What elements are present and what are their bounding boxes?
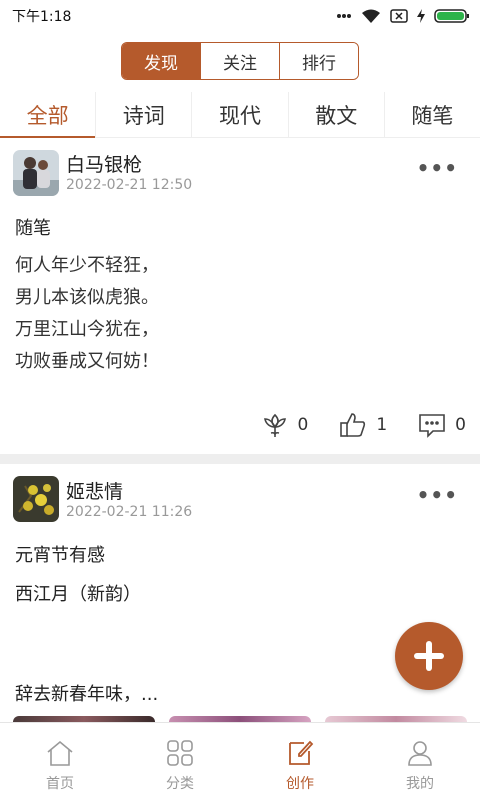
post-date: 2022-02-21 12:50 (66, 177, 193, 193)
like-button[interactable]: 1 (338, 410, 387, 440)
avatar[interactable] (13, 476, 59, 522)
dots-icon (337, 14, 351, 18)
nav-home[interactable]: 首页 (0, 723, 120, 800)
seg-ranking[interactable]: 排行 (279, 43, 358, 79)
post-title: 元宵节有感 (15, 545, 105, 566)
tab-essay[interactable]: 随笔 (383, 92, 480, 137)
post-line: 万里江山今犹在， (15, 319, 159, 340)
post-card[interactable]: 白马银枪 2022-02-21 12:50 ••• 随笔 何人年少不轻狂， 男儿… (0, 140, 480, 454)
category-tabs: 全部 诗词 现代 散文 随笔 (0, 92, 480, 138)
tab-poetry[interactable]: 诗词 (95, 92, 191, 137)
post-title: 随笔 (15, 218, 51, 239)
tab-prose[interactable]: 散文 (287, 92, 384, 137)
home-icon (47, 740, 73, 766)
comment-button[interactable]: 0 (417, 410, 466, 440)
bottom-nav: 首页 分类 创作 我的 (0, 722, 480, 800)
status-bar: 下午1:18 (0, 0, 480, 32)
battery-icon (434, 9, 469, 23)
flower-count: 0 (297, 415, 309, 435)
charging-icon (417, 9, 425, 23)
like-count: 1 (376, 415, 388, 435)
nav-mine[interactable]: 我的 (360, 723, 480, 800)
comment-count: 0 (455, 415, 466, 435)
seg-discover[interactable]: 发现 (122, 43, 200, 79)
seg-follow[interactable]: 关注 (200, 43, 279, 79)
post-line: 男儿本该似虎狼。 (15, 287, 159, 308)
author-name[interactable]: 白马银枪 (66, 150, 142, 177)
grid-icon (167, 740, 193, 766)
flower-button[interactable]: 0 (260, 410, 309, 440)
comment-icon (419, 414, 445, 438)
no-sim-icon (390, 9, 408, 23)
flower-icon (263, 413, 286, 437)
create-post-button[interactable] (395, 622, 463, 690)
post-subtitle: 西江月（新韵） (15, 584, 141, 605)
status-icons (336, 8, 470, 24)
tab-all[interactable]: 全部 (0, 92, 96, 138)
nav-label: 创作 (286, 776, 314, 792)
post-date: 2022-02-21 11:26 (66, 504, 193, 520)
post-divider (0, 454, 480, 464)
more-options-icon[interactable]: ••• (417, 483, 458, 507)
thumbs-up-icon (340, 413, 366, 437)
post-body: 何人年少不轻狂， 男儿本该似虎狼。 万里江山今犹在， 功败垂成又何妨！ (15, 250, 159, 378)
avatar[interactable] (13, 150, 59, 196)
feed-switcher: 发现 关注 排行 (121, 42, 359, 80)
nav-label: 分类 (166, 776, 194, 792)
wifi-icon (362, 9, 380, 23)
status-time: 下午1:18 (12, 9, 72, 25)
post-line: 功败垂成又何妨！ (15, 351, 159, 372)
user-icon (408, 741, 432, 766)
nav-label: 我的 (406, 776, 434, 792)
post-actions: 0 1 0 (230, 410, 466, 440)
nav-create[interactable]: 创作 (240, 723, 360, 800)
nav-label: 首页 (46, 776, 74, 792)
nav-category[interactable]: 分类 (120, 723, 240, 800)
plus-icon (414, 641, 444, 671)
more-options-icon[interactable]: ••• (417, 156, 458, 180)
tab-modern[interactable]: 现代 (191, 92, 287, 137)
author-name[interactable]: 姬悲情 (66, 477, 123, 504)
edit-icon (289, 740, 314, 765)
post-line: 何人年少不轻狂， (15, 255, 159, 276)
post-excerpt: 辞去新春年味，... (15, 684, 159, 705)
